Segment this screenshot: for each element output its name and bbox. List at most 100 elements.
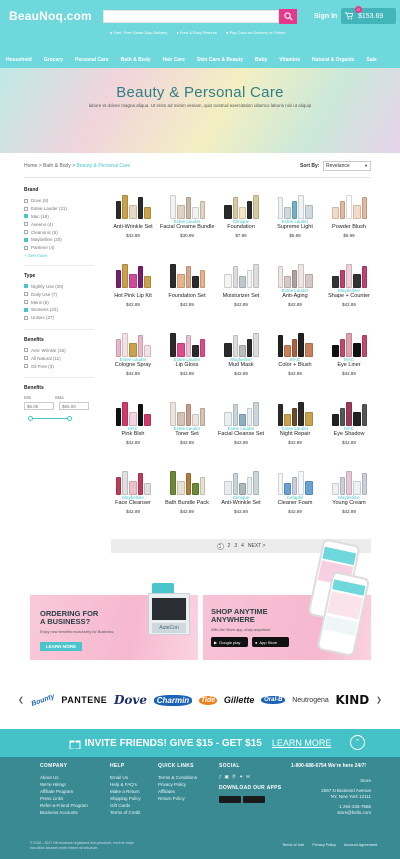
footer-link[interactable]: Affiliate Program (40, 788, 88, 795)
product-image[interactable] (322, 466, 376, 495)
filter-option-benefits[interactable]: All Natural (11) (24, 354, 94, 362)
product-name[interactable]: Shape + Counter (322, 293, 376, 300)
product-card[interactable]: Maybelline Young Cream $42.89 (322, 466, 376, 525)
page-1[interactable]: 1 (216, 542, 224, 550)
nav-baby[interactable]: Baby (249, 57, 273, 63)
filter-option-type[interactable]: Mens (8) (24, 298, 94, 306)
carousel-prev-icon[interactable]: ❮ (18, 696, 24, 704)
nav-personal-care[interactable]: Personal Care (69, 57, 115, 63)
product-name[interactable]: Anti-Wrinkle Set (106, 224, 160, 231)
brand-logo-oral-b[interactable]: Oral-B (261, 696, 286, 704)
checkbox[interactable] (24, 245, 28, 250)
footer-link[interactable]: Help & FAQ's (110, 781, 141, 788)
product-image[interactable] (106, 190, 160, 219)
product-card[interactable]: MAC Pink Blsh $42.89 (106, 397, 160, 456)
product-image[interactable] (160, 259, 214, 288)
filter-option-brand[interactable]: Mac (19) (24, 213, 94, 221)
checkbox[interactable] (24, 364, 28, 369)
product-card[interactable]: MAC Eye Shadow $42.89 (322, 397, 376, 456)
footer-link[interactable]: Terms of Credit (110, 809, 141, 816)
brand-logo-gillette[interactable]: Gillette (224, 695, 255, 705)
invite-learn-more-link[interactable]: LEARN MORE (272, 738, 332, 748)
product-image[interactable] (268, 397, 322, 426)
checkbox[interactable] (24, 348, 28, 353)
checkbox[interactable] (24, 300, 28, 305)
checkbox[interactable] (24, 292, 28, 297)
product-name[interactable]: Cleaner Foam (268, 500, 322, 507)
product-card[interactable]: Estee Lauder Anti-Aging $42.89 (268, 259, 322, 318)
filter-option-type[interactable]: Unisex (27) (24, 314, 94, 322)
product-image[interactable] (268, 328, 322, 357)
footer-link[interactable]: Shipping Policy (110, 795, 141, 802)
footer-link[interactable]: Press Links (40, 795, 88, 802)
footer-link[interactable]: Affiliates (158, 788, 197, 795)
product-name[interactable]: Hot Pink Lip Kit (106, 293, 160, 300)
filter-option-benefits[interactable]: Anti- Wrinkle (15) (24, 347, 94, 355)
product-name[interactable]: Moisturizer Set (214, 293, 268, 300)
product-name[interactable]: Mud Mask (214, 362, 268, 369)
site-logo[interactable]: BeauNoq.com (9, 9, 92, 23)
filter-option-brand[interactable]: Pantene (4) (24, 244, 94, 252)
brand-logo-neutrogena[interactable]: Neutrogena (292, 697, 329, 704)
page-3[interactable]: 3 (234, 543, 237, 549)
twitter-icon[interactable]: ✦ (239, 774, 243, 780)
product-name[interactable]: Eye Shadow (322, 431, 376, 438)
privacy-policy-link[interactable]: Privacy Policy (312, 843, 336, 847)
nav-household[interactable]: Household (0, 57, 38, 63)
product-card[interactable]: Estee Lauder Supreme Light $5.99 (268, 190, 322, 249)
product-card[interactable]: Maybelline Mud Mask $42.89 (214, 328, 268, 387)
product-card[interactable]: MAC Eye Liner $42.89 (322, 328, 376, 387)
facebook-icon[interactable]: ƒ (219, 774, 222, 780)
brand-logo-bounty[interactable]: Bounty (30, 693, 55, 708)
product-image[interactable] (214, 190, 268, 219)
footer-app-store-badge[interactable] (219, 796, 241, 803)
product-name[interactable]: Face Cleanser (106, 500, 160, 507)
product-image[interactable] (322, 328, 376, 357)
product-name[interactable]: Facial Creame Bundle (160, 224, 214, 231)
nav-skin-care[interactable]: Skin Care & Beauty (191, 57, 249, 63)
footer-link[interactable]: We're Hiring! (40, 781, 88, 788)
search-input[interactable] (103, 10, 279, 23)
product-name[interactable]: Color + Blush (268, 362, 322, 369)
sign-in-link[interactable]: Sign In (314, 13, 337, 20)
footer-link[interactable]: About Us (40, 774, 88, 781)
product-card[interactable]: Estee Lauder Facial Cleanse Set $42.89 (214, 397, 268, 456)
product-card[interactable]: Clinique Anti-Wrinkle Set $42.89 (214, 466, 268, 525)
filter-option-type[interactable]: Womens (23) (24, 306, 94, 314)
product-image[interactable] (106, 466, 160, 495)
instagram-icon[interactable]: ▣ (225, 774, 229, 780)
product-image[interactable] (160, 466, 214, 495)
product-card[interactable]: Clinique Foundation $7.99 (214, 190, 268, 249)
product-card[interactable]: MAC Color + Blush $42.89 (268, 328, 322, 387)
product-card[interactable]: Estee Lauder Lip Gloss $42.89 (160, 328, 214, 387)
terms-of-use-link[interactable]: Terms of Use (282, 843, 304, 847)
product-name[interactable]: Cologne Spray (106, 362, 160, 369)
see-more-link[interactable]: + See more (24, 253, 94, 258)
product-name[interactable]: Supreme Light (268, 224, 322, 231)
product-image[interactable] (106, 259, 160, 288)
product-image[interactable] (160, 328, 214, 357)
product-card[interactable]: Foundation Set $42.89 (160, 259, 214, 318)
brand-logo-tide[interactable]: Tide (198, 695, 218, 705)
page-2[interactable]: 2 (228, 543, 231, 549)
email-icon[interactable]: ✉ (246, 774, 250, 780)
product-image[interactable] (322, 190, 376, 219)
nav-hair-care[interactable]: Hair Care (157, 57, 191, 63)
product-image[interactable] (322, 259, 376, 288)
search-button[interactable] (279, 9, 297, 24)
filter-option-type[interactable]: Nightly Use (20) (24, 283, 94, 291)
product-card[interactable]: Maybelline Shape + Counter $42.89 (322, 259, 376, 318)
checkbox[interactable] (24, 356, 28, 361)
nav-grocery[interactable]: Grocery (38, 57, 69, 63)
product-card[interactable]: Estee Lauder Facial Creame Bundle $30.99 (160, 190, 214, 249)
product-name[interactable]: Foundation (214, 224, 268, 231)
nav-vitamins[interactable]: Vitamins (273, 57, 306, 63)
product-name[interactable]: Powder Blush (322, 224, 376, 231)
brand-logo-charmin[interactable]: Charmin (153, 694, 193, 706)
product-name[interactable]: Bath Bundle Pack (160, 500, 214, 507)
nav-bath-body[interactable]: Bath & Body (115, 57, 157, 63)
filter-option-brand[interactable]: Maybelline (20) (24, 236, 94, 244)
breadcrumb-parent[interactable]: Bath & Body (43, 163, 71, 169)
product-card[interactable]: Maybelline Face Cleanser $42.89 (106, 466, 160, 525)
cart-button[interactable]: 0 $153.69 (341, 6, 396, 24)
